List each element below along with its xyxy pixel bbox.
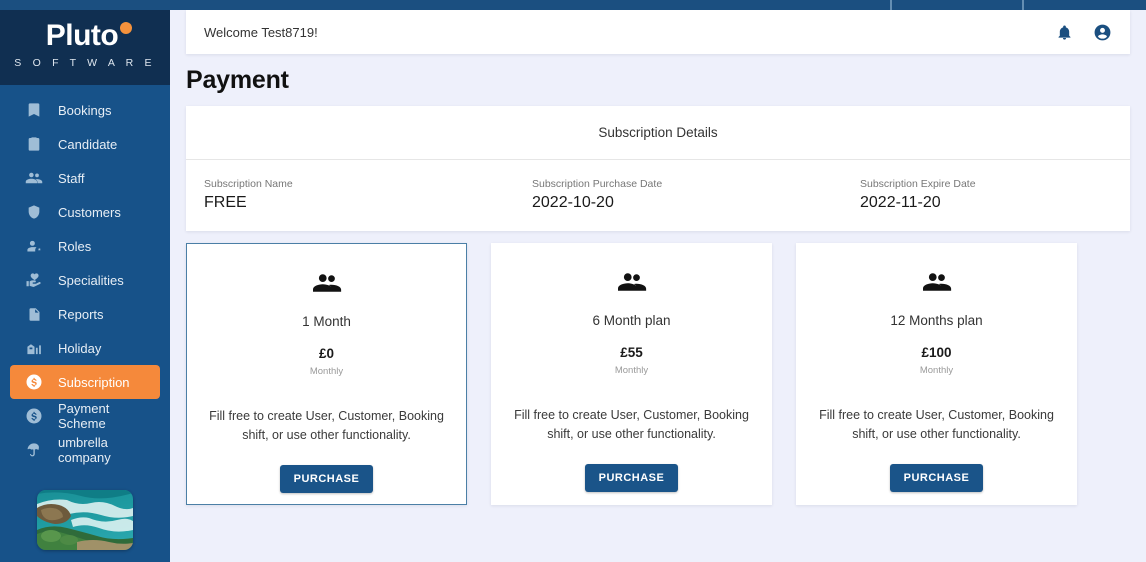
plan-card-1-month[interactable]: 1 Month £0 Monthly Fill free to create U… xyxy=(186,243,467,505)
people-group-icon xyxy=(617,267,647,297)
field-value: 2022-11-20 xyxy=(860,194,941,211)
brand-logo[interactable]: Pluto S O F T W A R E xyxy=(0,0,170,85)
content-area: Welcome Test8719! Payment Subscription D… xyxy=(170,10,1146,562)
sidebar-item-label: Bookings xyxy=(58,102,112,118)
sidebar-item-bookings[interactable]: Bookings xyxy=(10,93,160,127)
field-subscription-expire-date: Subscription Expire Date 2022-11-20 xyxy=(860,178,1112,212)
sidebar-item-label: Roles xyxy=(58,238,92,254)
top-strip-divider-2 xyxy=(1022,0,1024,10)
top-bar: Welcome Test8719! xyxy=(186,10,1130,54)
plan-price: £100 xyxy=(921,345,952,360)
sidebar-item-label: Holiday xyxy=(58,340,102,356)
clipboard-icon xyxy=(24,134,44,154)
field-value: FREE xyxy=(204,194,247,211)
sidebar-item-umbrella-company[interactable]: umbrella company xyxy=(10,433,160,467)
field-label: Subscription Expire Date xyxy=(860,178,976,190)
purchase-button[interactable]: PURCHASE xyxy=(889,463,984,492)
document-icon xyxy=(24,304,44,324)
field-label: Subscription Purchase Date xyxy=(532,178,663,190)
sidebar-item-subscription[interactable]: Subscription xyxy=(10,365,160,399)
sidebar-item-reports[interactable]: Reports xyxy=(10,297,160,331)
plan-price: £0 xyxy=(318,346,335,361)
hand-heart-icon xyxy=(24,270,44,290)
field-value: 2022-10-20 xyxy=(532,194,614,211)
sidebar-item-label: umbrella company xyxy=(58,435,111,465)
plan-name: 12 Months plan xyxy=(890,313,983,328)
dollar-circle-icon xyxy=(24,372,44,392)
top-strip-divider-1 xyxy=(890,0,892,10)
dollar-circle-icon xyxy=(24,406,44,426)
sidebar-item-staff[interactable]: Staff xyxy=(10,161,160,195)
field-subscription-purchase-date: Subscription Purchase Date 2022-10-20 xyxy=(532,178,860,212)
brand-subtitle: S O F T W A R E xyxy=(14,56,156,69)
brand-dot-icon xyxy=(120,21,133,34)
sidebar-item-label: Staff xyxy=(58,170,85,186)
subscription-details-fields: Subscription Name FREE Subscription Purc… xyxy=(186,160,1130,212)
sidebar-item-roles[interactable]: Roles xyxy=(10,229,160,263)
umbrella-icon xyxy=(24,440,44,460)
plan-name: 1 Month xyxy=(302,314,351,329)
purchase-button[interactable]: PURCHASE xyxy=(279,464,374,493)
sidebar: Pluto S O F T W A R E Bookings Candidate xyxy=(0,0,170,562)
brand-name: Pluto xyxy=(45,18,119,52)
plan-price: £55 xyxy=(620,345,643,360)
plan-card-12-month[interactable]: 12 Months plan £100 Monthly Fill free to… xyxy=(796,243,1077,505)
bell-icon[interactable] xyxy=(1056,24,1073,41)
person-gear-icon xyxy=(24,236,44,256)
plan-description: Fill free to create User, Customer, Book… xyxy=(209,409,444,442)
plan-period: Monthly xyxy=(919,365,954,376)
people-group-icon xyxy=(312,268,342,298)
sidebar-nav: Bookings Candidate Staff Customers Roles… xyxy=(0,85,170,486)
sidebar-item-label: Customers xyxy=(58,204,121,220)
people-icon xyxy=(24,168,44,188)
app-root: Pluto S O F T W A R E Bookings Candidate xyxy=(0,0,1146,562)
sidebar-item-payment-scheme[interactable]: Payment Scheme xyxy=(10,399,160,433)
sidebar-item-specialities[interactable]: Specialities xyxy=(10,263,160,297)
plan-period: Monthly xyxy=(309,366,344,377)
people-group-icon xyxy=(922,267,952,297)
sidebar-item-label: Subscription xyxy=(58,374,130,390)
shield-icon xyxy=(24,202,44,222)
plan-name: 6 Month plan xyxy=(592,313,671,328)
welcome-message: Welcome Test8719! xyxy=(204,24,318,40)
building-icon xyxy=(24,338,44,358)
page-title: Payment xyxy=(186,66,289,94)
bookmark-icon xyxy=(24,100,44,120)
sidebar-item-customers[interactable]: Customers xyxy=(10,195,160,229)
field-subscription-name: Subscription Name FREE xyxy=(204,178,532,212)
sidebar-item-holiday[interactable]: Holiday xyxy=(10,331,160,365)
plan-card-6-month[interactable]: 6 Month plan £55 Monthly Fill free to cr… xyxy=(491,243,772,505)
subscription-details-card: Subscription Details Subscription Name F… xyxy=(186,106,1130,231)
plan-description: Fill free to create User, Customer, Book… xyxy=(514,408,749,441)
sidebar-item-label: Candidate xyxy=(58,136,118,152)
brand-name-wrap: Pluto xyxy=(45,18,133,52)
purchase-button[interactable]: PURCHASE xyxy=(584,463,679,492)
coastal-ocean-photo[interactable] xyxy=(37,490,133,550)
plan-cards: 1 Month £0 Monthly Fill free to create U… xyxy=(186,243,1130,505)
plan-description: Fill free to create User, Customer, Book… xyxy=(819,408,1054,441)
sidebar-item-label: Specialities xyxy=(58,272,124,288)
sidebar-thumbnail-wrap xyxy=(0,486,170,562)
window-top-strip xyxy=(0,0,1146,10)
account-circle-icon[interactable] xyxy=(1093,23,1112,42)
top-bar-icons xyxy=(1056,23,1112,42)
sidebar-item-label: Reports xyxy=(58,306,104,322)
plan-period: Monthly xyxy=(614,365,649,376)
subscription-details-heading: Subscription Details xyxy=(186,106,1130,160)
sidebar-item-candidate[interactable]: Candidate xyxy=(10,127,160,161)
sidebar-item-label: Payment Scheme xyxy=(58,401,110,431)
field-label: Subscription Name xyxy=(204,178,293,190)
